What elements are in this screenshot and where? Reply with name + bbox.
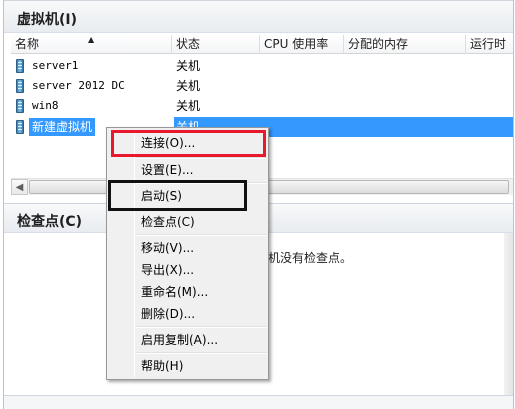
menu-item-move[interactable]: 移动(V)... [141, 238, 194, 258]
table-row[interactable]: win8 关机 [11, 96, 513, 116]
context-menu: 连接(O)... 设置(E)... 启动(S) 检查点(C) 移动(V)... … [106, 127, 269, 380]
scroll-left-icon[interactable]: ◀ [11, 179, 28, 195]
menu-separator [136, 234, 267, 236]
menu-separator [136, 352, 267, 354]
virtual-machine-icon [16, 99, 24, 113]
vm-state: 关机 [176, 59, 201, 73]
menu-separator [136, 326, 267, 328]
table-row[interactable]: server1 关机 [11, 56, 513, 76]
red-highlight-box [111, 130, 266, 157]
checkpoint-section-title: 检查点(C) [17, 214, 83, 230]
scrollbar-thumb[interactable] [29, 180, 509, 194]
column-header-state[interactable]: 状态 [172, 35, 260, 54]
vm-name: 新建虚拟机 [29, 118, 96, 136]
vm-name: win8 [32, 99, 59, 112]
menu-item-settings[interactable]: 设置(E)... [141, 160, 193, 180]
vm-state: 关机 [176, 79, 201, 93]
menu-item-rename[interactable]: 重命名(M)... [141, 282, 208, 302]
virtual-machine-icon [16, 120, 24, 134]
column-header-memory[interactable]: 分配的内存 [344, 35, 466, 54]
checkpoint-empty-message: 机没有检查点。 [268, 251, 353, 265]
menu-icon-gutter [134, 130, 135, 377]
column-header-cpu[interactable]: CPU 使用率 [260, 35, 344, 54]
virtual-machine-icon [16, 79, 24, 93]
menu-item-enable-replication[interactable]: 启用复制(A)... [141, 330, 218, 350]
black-highlight-box [108, 180, 247, 211]
menu-separator [136, 157, 267, 159]
menu-item-delete[interactable]: 删除(D)... [141, 304, 195, 324]
vm-section-title: 虚拟机(I) [17, 12, 78, 28]
vm-state: 关机 [176, 99, 201, 113]
vm-name: server1 [32, 59, 79, 72]
column-header-uptime[interactable]: 运行时 [466, 35, 513, 54]
menu-item-checkpoint[interactable]: 检查点(C) [141, 212, 195, 232]
vertical-scrollbar[interactable] [504, 233, 513, 407]
vm-name: server 2012 DC [32, 79, 125, 92]
vm-table-header: 名称 ▲ 状态 CPU 使用率 分配的内存 运行时 [11, 35, 513, 54]
vm-section-header: 虚拟机(I) [4, 0, 513, 33]
table-row[interactable]: server 2012 DC 关机 [11, 76, 513, 96]
menu-item-export[interactable]: 导出(X)... [141, 260, 194, 280]
menu-item-help[interactable]: 帮助(H) [141, 356, 183, 376]
bottom-panel-edge [4, 395, 513, 409]
virtual-machine-icon [16, 59, 24, 73]
sort-ascending-icon: ▲ [88, 35, 95, 44]
